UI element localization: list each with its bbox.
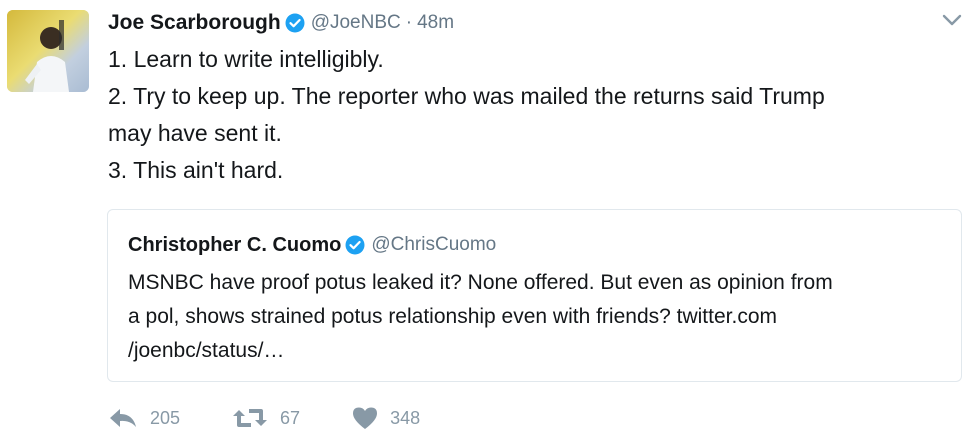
heart-icon: [352, 406, 378, 430]
quoted-text-line: MSNBC have proof potus leaked it? None o…: [128, 271, 833, 294]
chevron-down-icon[interactable]: [942, 13, 962, 27]
tweet-actions: 205 67 348: [108, 404, 472, 432]
tweet-header: Joe Scarborough @JoeNBC · 48m: [108, 9, 454, 37]
tweet-text-line: 1. Learn to write intelligibly.: [108, 46, 384, 72]
tweet-text-line: may have sent it.: [108, 120, 282, 146]
quoted-tweet-header: Christopher C. Cuomo @ChrisCuomo: [128, 232, 496, 258]
reply-count: 205: [150, 407, 181, 428]
verified-badge-icon: [345, 235, 365, 255]
retweet-count: 67: [280, 407, 301, 428]
avatar-image: [7, 10, 89, 92]
quoted-text-line: /joenbc/status/…: [128, 339, 285, 362]
quoted-tweet-text: MSNBC have proof potus leaked it? None o…: [128, 266, 948, 368]
reply-button[interactable]: 205: [108, 407, 180, 429]
author-handle[interactable]: @JoeNBC: [311, 12, 401, 34]
quoted-text-line: a pol, shows strained potus relationship…: [128, 305, 778, 328]
retweet-button[interactable]: 67: [232, 406, 300, 430]
author-name[interactable]: Joe Scarborough: [108, 11, 281, 35]
like-button[interactable]: 348: [352, 406, 420, 430]
tweet-text-line: 3. This ain't hard.: [108, 157, 284, 183]
quoted-author-name: Christopher C. Cuomo: [128, 233, 342, 256]
verified-badge-icon: [285, 13, 305, 33]
tweet-text: 1. Learn to write intelligibly. 2. Try t…: [108, 41, 968, 189]
retweet-icon: [232, 406, 268, 430]
timestamp[interactable]: 48m: [417, 12, 454, 34]
reply-icon: [108, 407, 138, 429]
separator-dot: ·: [405, 12, 413, 33]
quoted-tweet[interactable]: Christopher C. Cuomo @ChrisCuomo MSNBC h…: [107, 209, 962, 382]
tweet: Joe Scarborough @JoeNBC · 48m 1. Learn t…: [0, 0, 980, 445]
like-count: 348: [390, 407, 421, 428]
quoted-author-handle: @ChrisCuomo: [371, 234, 497, 255]
tweet-text-line: 2. Try to keep up. The reporter who was …: [108, 83, 825, 109]
avatar[interactable]: [7, 10, 89, 92]
